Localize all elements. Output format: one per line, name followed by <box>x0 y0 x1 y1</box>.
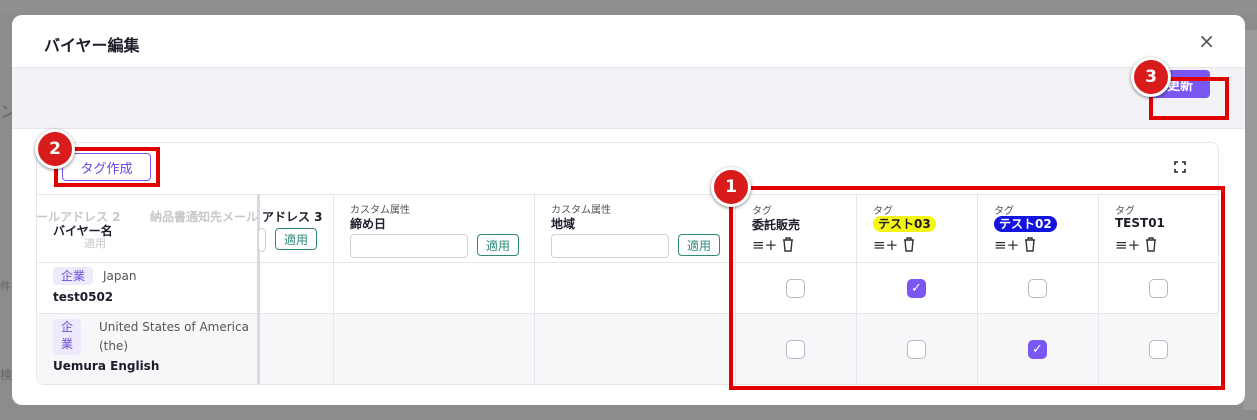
close-icon[interactable]: × <box>1198 29 1215 53</box>
tag-col-test01: TEST01 <box>1115 216 1165 230</box>
step-badge-2: 2 <box>35 129 75 169</box>
modal-toolbar <box>12 68 1245 129</box>
trash-icon[interactable] <box>1024 237 1036 255</box>
custom-attr-label: カスタム属性 <box>551 205 611 216</box>
playlist-add-icon[interactable]: ≡+ <box>873 237 898 253</box>
divider <box>37 194 1219 195</box>
playlist-add-icon[interactable]: ≡+ <box>1115 237 1140 253</box>
closing-day-input[interactable] <box>350 234 468 258</box>
bg-char: 件 <box>0 280 11 293</box>
expand-icon[interactable] <box>1174 161 1186 176</box>
divider <box>977 194 978 384</box>
ghost-header: 納品書通知先メール <box>150 210 259 224</box>
create-tag-button[interactable]: タグ作成 <box>62 153 151 181</box>
tag-label: タグ <box>1115 206 1135 217</box>
divider <box>735 194 736 384</box>
apply-button-closing-day[interactable]: 適用 <box>477 234 519 256</box>
tag-checkbox-checked[interactable]: ✓ <box>907 279 926 298</box>
company-type-badge: 企業 <box>53 319 81 355</box>
modal-title: バイヤー編集 <box>44 36 140 55</box>
custom-attr-label: カスタム属性 <box>350 205 410 216</box>
tag-label: タグ <box>873 206 893 217</box>
playlist-add-icon[interactable]: ≡+ <box>752 237 777 253</box>
tag-checkbox[interactable] <box>907 340 926 359</box>
tag-col-consignment: 委託販売 <box>752 218 801 232</box>
apply-button-address3[interactable]: 適用 <box>275 228 317 250</box>
country-text: United States of America <box>99 320 249 334</box>
custom-col-closing-day: 締め日 <box>350 217 387 231</box>
step-badge-1: 1 <box>711 167 751 207</box>
country-text: Japan <box>103 269 137 283</box>
tag-label: タグ <box>752 206 772 217</box>
buyer-name: test0502 <box>53 290 114 304</box>
buyer-name: Uemura English <box>53 359 160 373</box>
divider <box>534 194 535 384</box>
background-strip <box>0 0 1257 14</box>
step-badge-3: 3 <box>1131 57 1171 97</box>
tag-checkbox[interactable] <box>1028 279 1047 298</box>
company-type-badge: 企業 <box>53 267 93 285</box>
tag-checkbox[interactable] <box>1149 340 1168 359</box>
tag-col-test03: テスト03 <box>873 216 936 232</box>
ghost-apply: 適用 <box>84 237 106 250</box>
divider <box>37 262 1219 263</box>
tag-checkbox-checked[interactable]: ✓ <box>1028 340 1047 359</box>
tag-checkbox[interactable] <box>786 340 805 359</box>
trash-icon[interactable] <box>1145 237 1157 255</box>
country-text: (the) <box>99 339 129 353</box>
tag-label: タグ <box>994 206 1014 217</box>
address3-input[interactable] <box>258 228 266 252</box>
modal-header: バイヤー編集 × <box>12 15 1245 68</box>
divider <box>333 194 334 384</box>
tag-checkbox[interactable] <box>1149 279 1168 298</box>
divider <box>37 313 1219 314</box>
divider <box>1098 194 1099 384</box>
divider <box>856 194 857 384</box>
custom-col-region: 地域 <box>551 217 576 231</box>
playlist-add-icon[interactable]: ≡+ <box>994 237 1019 253</box>
background-right <box>1243 30 1257 410</box>
trash-icon[interactable] <box>903 237 915 255</box>
tag-checkbox[interactable] <box>786 279 805 298</box>
bg-char: 検 <box>0 368 13 382</box>
apply-button-region[interactable]: 適用 <box>678 234 720 256</box>
address3-header: アドレス 3 <box>262 210 323 224</box>
tag-col-test02: テスト02 <box>994 216 1057 232</box>
region-input[interactable] <box>551 234 669 258</box>
trash-icon[interactable] <box>782 237 794 255</box>
